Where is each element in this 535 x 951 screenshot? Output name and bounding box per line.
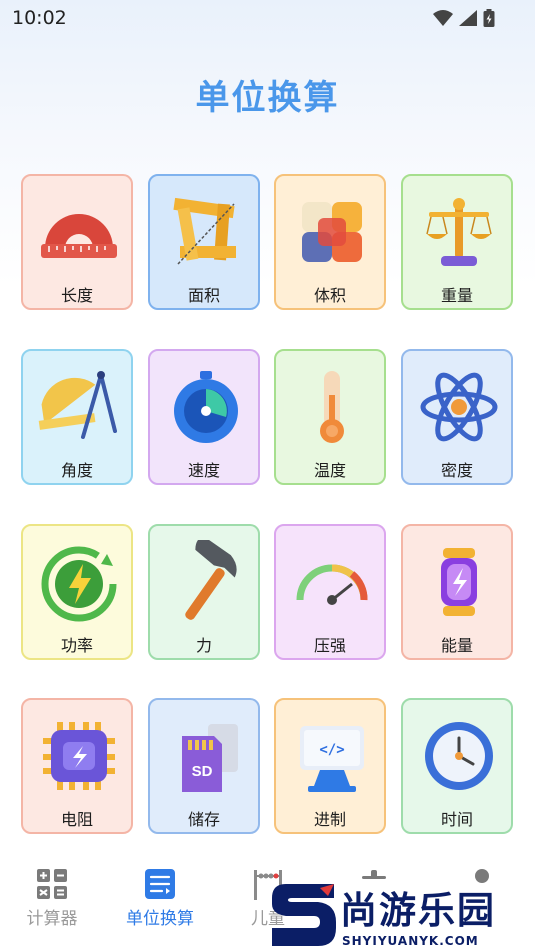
card-label: 能量: [440, 636, 473, 655]
unit-grid: 长度 面积 体积 重量 角度 速度 温度 密度 功率 力 压强 能量 电阻 SD…: [21, 174, 515, 836]
card-label: 角度: [60, 461, 93, 480]
atom-icon: [420, 372, 498, 442]
card-length[interactable]: 长度: [21, 174, 133, 310]
card-energy[interactable]: 能量: [401, 524, 513, 660]
clock-icon: [425, 722, 493, 790]
sd-card-icon: SD: [182, 724, 238, 792]
card-speed[interactable]: 速度: [148, 349, 260, 485]
card-time[interactable]: 时间: [401, 698, 513, 834]
tab-calculator[interactable]: 计算器: [2, 858, 102, 951]
card-resistance[interactable]: 电阻: [21, 698, 133, 834]
battery-icon: [483, 9, 495, 27]
hammer-icon: [185, 540, 237, 620]
thermometer-icon: [320, 371, 344, 443]
card-label: 面积: [187, 286, 220, 305]
card-power[interactable]: 功率: [21, 524, 133, 660]
svg-text:SD: SD: [192, 763, 213, 780]
pressure-gauge-icon: [296, 564, 368, 605]
tab-unit-convert[interactable]: 单位换算: [110, 858, 210, 951]
stopwatch-icon: [174, 371, 238, 443]
protractor-compass-icon: [38, 371, 117, 439]
watermark-s-icon: [272, 884, 336, 946]
card-label: 重量: [440, 286, 473, 305]
svg-text:</>: </>: [319, 742, 344, 758]
code-monitor-icon: </>: [300, 726, 364, 792]
card-label: 速度: [187, 461, 220, 480]
watermark-logo: 尚游乐园 SHYIYUANYK.COM: [268, 878, 535, 951]
card-label: 进制: [313, 810, 346, 829]
wifi-icon: [433, 10, 453, 26]
card-base[interactable]: </> 进制: [274, 698, 386, 834]
card-label: 功率: [60, 636, 93, 655]
card-temperature[interactable]: 温度: [274, 349, 386, 485]
watermark-text: 尚游乐园: [340, 889, 496, 932]
card-weight[interactable]: 重量: [401, 174, 513, 310]
card-storage[interactable]: SD 储存: [148, 698, 260, 834]
page-title: 单位换算: [195, 78, 340, 118]
chip-icon: [43, 722, 115, 790]
card-angle[interactable]: 角度: [21, 349, 133, 485]
status-bar: 10:02: [0, 0, 535, 36]
card-label: 时间: [440, 810, 473, 829]
card-label: 电阻: [60, 810, 93, 829]
area-rulers-icon: [173, 197, 236, 265]
watermark-url: SHYIYUANYK.COM: [342, 934, 479, 948]
card-volume[interactable]: 体积: [274, 174, 386, 310]
power-bolt-icon: [41, 546, 117, 622]
scale-icon: [426, 198, 492, 266]
card-force[interactable]: 力: [148, 524, 260, 660]
card-label: 储存: [187, 810, 220, 829]
card-label: 密度: [440, 461, 473, 480]
status-time: 10:02: [12, 7, 67, 29]
status-icons: [433, 9, 495, 27]
card-density[interactable]: 密度: [401, 349, 513, 485]
cell-signal-icon: [459, 10, 477, 26]
cube-icon: [302, 202, 362, 262]
card-area[interactable]: 面积: [148, 174, 260, 310]
tab-label: 单位换算: [126, 909, 194, 929]
card-label: 体积: [313, 286, 346, 305]
card-label: 压强: [313, 636, 346, 655]
ruler-protractor-icon: [41, 214, 117, 258]
unit-convert-icon: [145, 869, 175, 899]
card-label: 长度: [60, 286, 93, 305]
tab-label: 计算器: [26, 909, 78, 929]
calculator-icon: [37, 869, 67, 899]
card-label: 温度: [313, 461, 346, 480]
energy-lantern-icon: [441, 548, 477, 616]
card-label: 力: [195, 636, 212, 655]
card-pressure[interactable]: 压强: [274, 524, 386, 660]
